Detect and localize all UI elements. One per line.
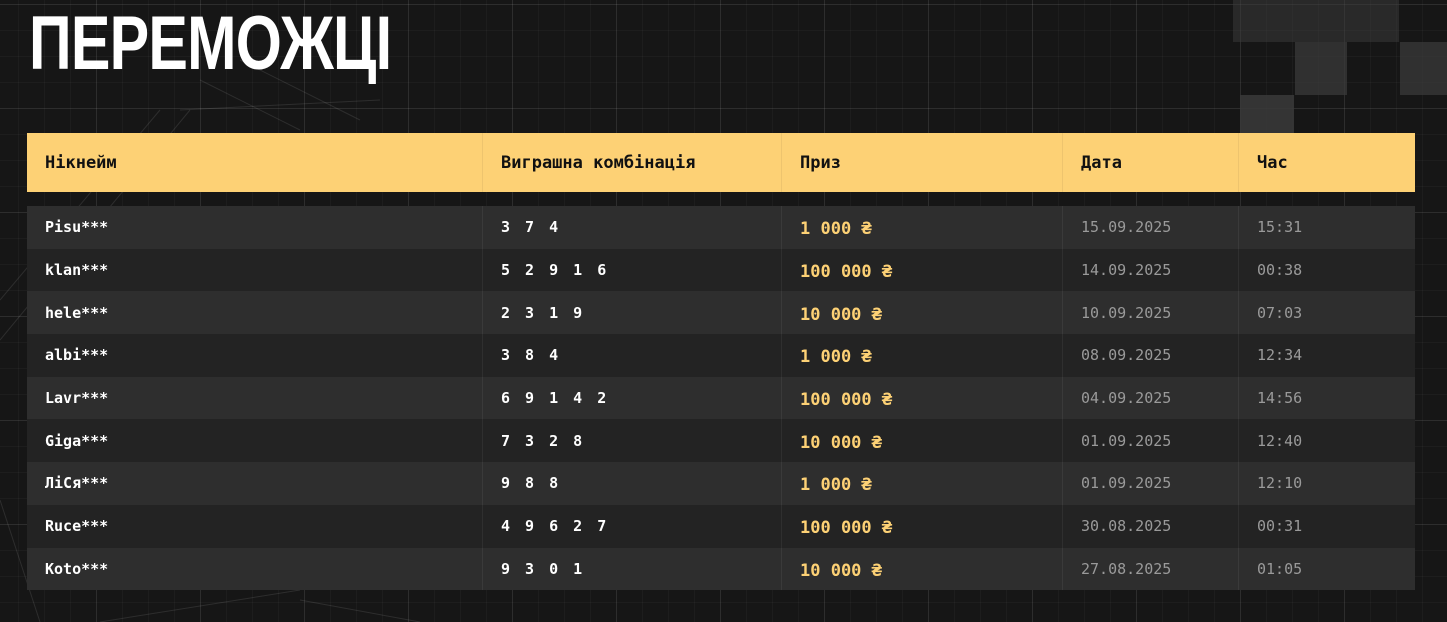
nickname-cell: Ruce*** — [27, 504, 483, 548]
time-cell: 14:56 — [1257, 389, 1303, 408]
header-nickname: Нікнейм — [27, 133, 483, 192]
table-row: albi*** 3 8 4 1 000 ₴ 08.09.2025 12:34 — [27, 334, 1415, 377]
date-cell: 14.09.2025 — [1063, 248, 1239, 292]
prize-cell: 1 000 ₴ — [782, 206, 1063, 249]
nickname-cell: ЛіСя*** — [27, 462, 483, 505]
date-cell: 01.09.2025 — [1063, 419, 1239, 463]
nickname-cell: klan*** — [27, 248, 483, 292]
prize-cell: 10 000 ₴ — [782, 547, 1063, 591]
combination-cell: 7 3 2 8 — [483, 419, 782, 463]
time-cell: 07:03 — [1257, 303, 1303, 322]
time-cell: 15:31 — [1257, 218, 1303, 237]
combination-cell: 3 8 4 — [483, 334, 782, 377]
table-row: Pisu*** 3 7 4 1 000 ₴ 15.09.2025 15:31 — [27, 206, 1415, 249]
table-row: Lavr*** 6 9 1 4 2 100 000 ₴ 04.09.2025 1… — [27, 376, 1415, 420]
decorative-pixel-block — [1233, 0, 1399, 42]
date-cell: 01.09.2025 — [1063, 462, 1239, 505]
combination-cell: 5 2 9 1 6 — [483, 248, 782, 292]
table-row: Ruce*** 4 9 6 2 7 100 000 ₴ 30.08.2025 0… — [27, 504, 1415, 548]
nickname-cell: Giga*** — [27, 419, 483, 463]
date-cell: 15.09.2025 — [1063, 206, 1239, 249]
combination-cell: 2 3 1 9 — [483, 291, 782, 335]
prize-cell: 10 000 ₴ — [782, 291, 1063, 335]
prize-cell: 100 000 ₴ — [782, 504, 1063, 548]
date-cell: 30.08.2025 — [1063, 504, 1239, 548]
time-cell: 12:34 — [1257, 346, 1303, 365]
nickname-cell: Koto*** — [27, 547, 483, 591]
date-cell: 10.09.2025 — [1063, 291, 1239, 335]
nickname-cell: Pisu*** — [27, 206, 483, 249]
time-cell: 00:38 — [1257, 261, 1303, 280]
date-cell: 08.09.2025 — [1063, 334, 1239, 377]
header-combination: Виграшна комбінація — [483, 133, 782, 192]
header-gap — [27, 192, 1415, 206]
prize-cell: 1 000 ₴ — [782, 334, 1063, 377]
decorative-pixel-block — [1295, 42, 1347, 95]
prize-cell: 10 000 ₴ — [782, 419, 1063, 463]
prize-cell: 100 000 ₴ — [782, 248, 1063, 292]
nickname-cell: albi*** — [27, 334, 483, 377]
decorative-pixel-block — [1400, 42, 1447, 95]
winners-table: Нікнейм Виграшна комбінація Приз Дата Ча… — [27, 133, 1415, 591]
date-cell: 27.08.2025 — [1063, 547, 1239, 591]
date-cell: 04.09.2025 — [1063, 376, 1239, 420]
nickname-cell: Lavr*** — [27, 376, 483, 420]
table-row: hele*** 2 3 1 9 10 000 ₴ 10.09.2025 07:0… — [27, 291, 1415, 335]
header-date: Дата — [1063, 133, 1239, 192]
combination-cell: 6 9 1 4 2 — [483, 376, 782, 420]
table-row: Giga*** 7 3 2 8 10 000 ₴ 01.09.2025 12:4… — [27, 419, 1415, 463]
decorative-pixel-block — [1240, 95, 1294, 135]
winners-page: { "title": "ПЕРЕМОЖЦІ", "table": { "head… — [0, 0, 1447, 622]
header-time: Час — [1257, 152, 1288, 173]
time-cell: 01:05 — [1257, 559, 1303, 578]
combination-cell: 4 9 6 2 7 — [483, 504, 782, 548]
prize-cell: 1 000 ₴ — [782, 462, 1063, 505]
time-cell: 00:31 — [1257, 517, 1303, 536]
time-cell: 12:10 — [1257, 474, 1303, 493]
time-cell: 12:40 — [1257, 431, 1303, 450]
prize-cell: 100 000 ₴ — [782, 376, 1063, 420]
header-prize: Приз — [782, 133, 1063, 192]
page-title: ПЕРЕМОЖЦІ — [29, 1, 392, 86]
combination-cell: 3 7 4 — [483, 206, 782, 249]
nickname-cell: hele*** — [27, 291, 483, 335]
combination-cell: 9 8 8 — [483, 462, 782, 505]
table-header: Нікнейм Виграшна комбінація Приз Дата Ча… — [27, 133, 1415, 192]
table-row: Koto*** 9 3 0 1 10 000 ₴ 27.08.2025 01:0… — [27, 547, 1415, 591]
combination-cell: 9 3 0 1 — [483, 547, 782, 591]
table-row: ЛіСя*** 9 8 8 1 000 ₴ 01.09.2025 12:10 — [27, 462, 1415, 505]
table-row: klan*** 5 2 9 1 6 100 000 ₴ 14.09.2025 0… — [27, 248, 1415, 292]
